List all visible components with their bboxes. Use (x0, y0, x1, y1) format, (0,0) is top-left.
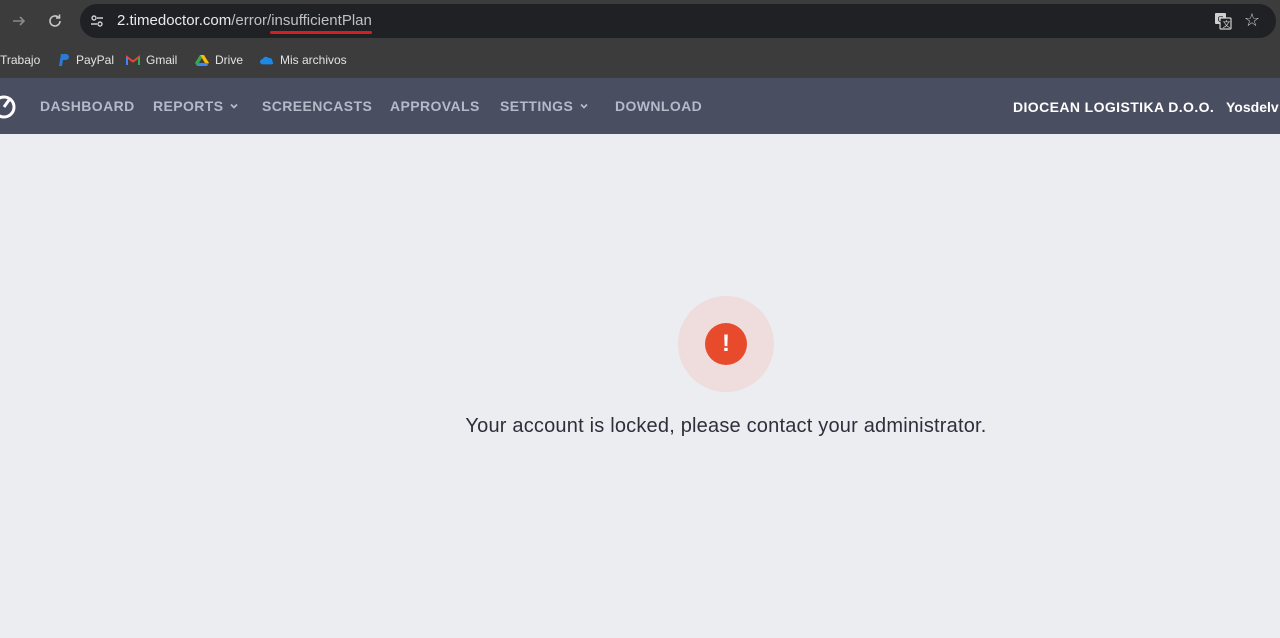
address-bar[interactable]: 2.timedoctor.com/error/insufficientPlan … (80, 4, 1276, 38)
gmail-icon (126, 53, 140, 67)
nav-label: SCREENCASTS (262, 98, 373, 114)
nav-label: REPORTS (153, 98, 224, 114)
reload-icon[interactable] (44, 10, 66, 32)
exclamation-icon: ! (705, 323, 747, 365)
bookmark-label: Gmail (146, 53, 178, 67)
nav-label: SETTINGS (500, 98, 574, 114)
nav-label: DASHBOARD (40, 98, 135, 114)
company-switcher[interactable]: DIOCEAN LOGISTIKA D.O.O. (1013, 99, 1214, 115)
bookmark-trabajo[interactable]: Trabajo (0, 51, 40, 69)
svg-text:文: 文 (1223, 19, 1231, 29)
bookmark-label: Trabajo (0, 53, 41, 67)
paypal-icon (56, 53, 70, 67)
bookmarks-bar: Trabajo PayPal Gmail Drive Mis archivos (0, 42, 1280, 78)
url-host: 2.timedoctor.com (117, 12, 232, 29)
locked-account-message: Your account is locked, please contact y… (465, 415, 987, 437)
nav-label: DOWNLOAD (615, 98, 703, 114)
chevron-down-icon (580, 103, 588, 109)
user-menu[interactable]: Yosdelv (1226, 99, 1279, 115)
nav-settings[interactable]: SETTINGS (500, 98, 589, 114)
nav-screencasts[interactable]: SCREENCASTS (262, 98, 372, 114)
nav-download[interactable]: DOWNLOAD (615, 98, 702, 114)
bookmark-label: Mis archivos (280, 53, 347, 67)
alert-halo: ! (678, 296, 774, 392)
browser-toolbar: 2.timedoctor.com/error/insufficientPlan … (0, 0, 1280, 42)
main-content: ! Your account is locked, please contact… (0, 134, 1280, 638)
chevron-down-icon (230, 103, 239, 109)
app-navbar: DASHBOARD REPORTS SCREENCASTS APPROVALS … (0, 78, 1280, 134)
bookmark-mis-archivos[interactable]: Mis archivos (260, 51, 347, 69)
nav-approvals[interactable]: APPROVALS (390, 98, 480, 114)
bookmark-star-icon[interactable]: ☆ (1242, 10, 1262, 30)
bookmark-label: Drive (215, 53, 244, 67)
url-annotation-underline (270, 31, 372, 34)
drive-icon (195, 53, 209, 67)
nav-reports[interactable]: REPORTS (153, 98, 239, 114)
onedrive-icon (260, 53, 274, 67)
nav-dashboard[interactable]: DASHBOARD (40, 98, 135, 114)
translate-icon[interactable]: G文 (1214, 12, 1232, 30)
forward-arrow-icon[interactable] (8, 10, 30, 32)
bookmark-paypal[interactable]: PayPal (56, 51, 114, 69)
site-info-icon[interactable] (89, 13, 105, 29)
bookmark-label: PayPal (76, 53, 115, 67)
bookmark-gmail[interactable]: Gmail (126, 51, 177, 69)
bookmark-drive[interactable]: Drive (195, 51, 243, 69)
url-path: /error/insufficientPlan (231, 12, 372, 29)
nav-label: APPROVALS (390, 98, 480, 114)
timedoctor-logo-icon[interactable] (0, 91, 18, 121)
url-text[interactable]: 2.timedoctor.com/error/insufficientPlan (117, 12, 372, 29)
